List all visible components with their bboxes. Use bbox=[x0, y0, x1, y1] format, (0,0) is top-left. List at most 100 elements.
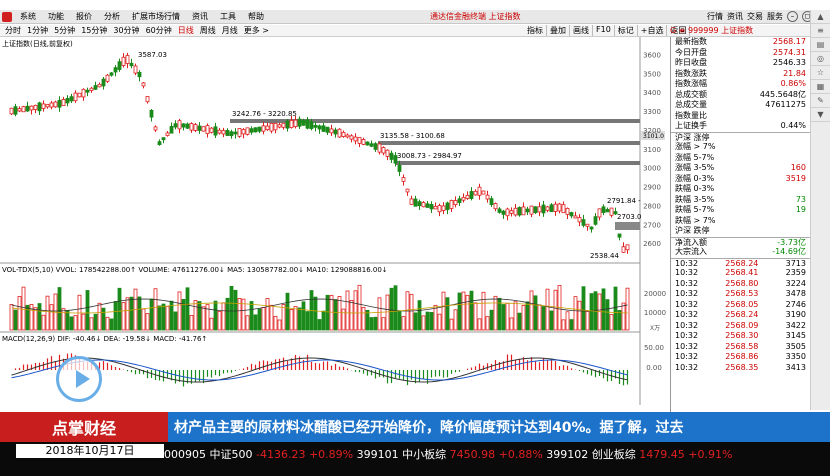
candle-body bbox=[477, 186, 482, 196]
toolbar-chart-icon[interactable]: ▤ bbox=[811, 38, 830, 52]
tick-price: 2568.58 bbox=[725, 341, 759, 351]
candle-body bbox=[105, 74, 110, 82]
candle-body bbox=[13, 106, 18, 115]
period-month[interactable]: 月线 bbox=[222, 25, 238, 36]
candle-body bbox=[101, 78, 106, 87]
volume-bar bbox=[73, 315, 78, 331]
candle-body bbox=[533, 206, 538, 214]
candle-body bbox=[413, 198, 418, 207]
candle-body bbox=[81, 88, 86, 98]
volume-bar bbox=[365, 309, 370, 331]
period-week[interactable]: 周线 bbox=[200, 25, 216, 36]
breadth-value: 160 bbox=[790, 163, 806, 172]
period-60min[interactable]: 60分钟 bbox=[146, 25, 172, 36]
ticker-code: 399102 bbox=[546, 448, 589, 461]
toolbar-pen-icon[interactable]: ✎ bbox=[811, 94, 830, 108]
price-axis-label: 2900 bbox=[643, 184, 661, 192]
tab-info[interactable]: 资讯 bbox=[727, 11, 743, 22]
tool-indicator[interactable]: 指标 bbox=[524, 25, 547, 36]
volume-bar bbox=[441, 291, 446, 331]
menu-function[interactable]: 功能 bbox=[48, 11, 64, 22]
tool-draw[interactable]: 画线 bbox=[570, 25, 593, 36]
candle-body bbox=[169, 126, 174, 134]
tool-f10[interactable]: F10 bbox=[593, 25, 615, 36]
menu-analysis[interactable]: 分析 bbox=[104, 11, 120, 22]
tab-trade[interactable]: 交易 bbox=[747, 11, 763, 22]
candle-body bbox=[529, 205, 534, 215]
volume-bar bbox=[25, 304, 30, 331]
resistance-label: 3242.76 - 3220.85 bbox=[232, 110, 297, 118]
period-more[interactable]: 更多 > bbox=[244, 25, 269, 36]
volume-bar bbox=[277, 319, 282, 331]
candle-body bbox=[405, 188, 410, 193]
toolbar-grid-icon[interactable]: ▦ bbox=[811, 80, 830, 94]
toolbar-star-icon[interactable]: ☆ bbox=[811, 66, 830, 80]
menu-help[interactable]: 帮助 bbox=[248, 11, 264, 22]
volume-bar bbox=[537, 304, 542, 331]
tick-volume: 3350 bbox=[785, 352, 806, 361]
volume-bar bbox=[261, 307, 266, 331]
candle-body bbox=[445, 202, 450, 211]
tick-time: 10:32 bbox=[675, 268, 699, 277]
menu-system[interactable]: 系统 bbox=[20, 11, 36, 22]
candle-body bbox=[193, 124, 198, 131]
menu-tools[interactable]: 工具 bbox=[220, 11, 236, 22]
period-30min[interactable]: 30分钟 bbox=[113, 25, 139, 36]
toolbar-down-icon[interactable]: ▼ bbox=[811, 108, 830, 122]
kline-chart[interactable]: 3242.76 - 3220.85 3135.58 - 3100.68 3008.7… bbox=[0, 37, 670, 412]
volume-bar bbox=[565, 311, 570, 331]
tick-price: 2568.05 bbox=[725, 299, 759, 309]
volume-bar bbox=[409, 293, 414, 331]
quote-row: 最新指数 2568.17 bbox=[671, 37, 810, 48]
period-15min[interactable]: 15分钟 bbox=[81, 25, 107, 36]
security-code-header[interactable]: G ≡ 999999 上证指数 bbox=[670, 25, 753, 36]
resistance-label: 3135.58 - 3100.68 bbox=[380, 132, 445, 140]
video-play-icon[interactable] bbox=[56, 356, 102, 402]
volume-bar bbox=[41, 314, 46, 331]
tick-price: 2568.41 bbox=[725, 268, 759, 277]
chart-title: 上证指数(日线,前复权) bbox=[2, 40, 73, 48]
volume-bar bbox=[165, 305, 170, 331]
candle-body bbox=[565, 207, 570, 215]
period-day[interactable]: 日线 bbox=[178, 25, 194, 36]
quote-label: 指数涨幅 bbox=[675, 79, 707, 88]
tool-mark[interactable]: 标记 bbox=[615, 25, 638, 36]
candle-body bbox=[173, 123, 178, 128]
minimize-icon[interactable]: – bbox=[787, 11, 798, 22]
volume-bar bbox=[305, 311, 310, 331]
candle-body bbox=[161, 137, 166, 141]
toolbar-up-icon[interactable]: ▲ bbox=[811, 10, 830, 24]
tool-add-watch[interactable]: +自选 bbox=[638, 25, 668, 36]
ticker-line: 000905 中证500 -4136.23 +0.89% 399101 中小板综… bbox=[164, 446, 732, 462]
volume-bar bbox=[573, 296, 578, 331]
high-price-label: 3587.03 bbox=[138, 51, 167, 59]
toolbar-search-icon[interactable]: ◎ bbox=[811, 52, 830, 66]
volume-bar bbox=[213, 300, 218, 331]
volume-bar bbox=[45, 295, 50, 331]
tool-overlay[interactable]: 叠加 bbox=[547, 25, 570, 36]
tick-row: 10:32 2568.30 3145 bbox=[671, 331, 810, 342]
menu-quote[interactable]: 报价 bbox=[76, 11, 92, 22]
volume-bar bbox=[29, 304, 34, 331]
period-5min[interactable]: 5分钟 bbox=[54, 25, 75, 36]
candle-body bbox=[549, 204, 554, 213]
quote-label: 总成交额 bbox=[675, 89, 707, 99]
menu-extended-market[interactable]: 扩展市场行情 bbox=[132, 11, 180, 22]
period-1min[interactable]: 1分钟 bbox=[27, 25, 48, 36]
candle-body bbox=[505, 208, 510, 217]
tick-volume: 2359 bbox=[785, 268, 806, 277]
quote-value: 21.84 bbox=[783, 68, 806, 78]
menu-news[interactable]: 资讯 bbox=[192, 11, 208, 22]
candle-body bbox=[277, 124, 282, 128]
toolbar-list-icon[interactable]: ≡ bbox=[811, 24, 830, 38]
tab-service[interactable]: 服务 bbox=[767, 11, 783, 22]
candle-body bbox=[93, 85, 98, 90]
period-timeshare[interactable]: 分时 bbox=[5, 25, 21, 36]
tab-quote[interactable]: 行情 bbox=[707, 11, 723, 22]
candle-body bbox=[225, 130, 230, 136]
tick-price: 2568.35 bbox=[725, 362, 759, 372]
volume-bar bbox=[265, 298, 270, 331]
volume-bar bbox=[357, 284, 362, 331]
candle-body bbox=[617, 233, 622, 238]
candle-body bbox=[481, 190, 486, 195]
